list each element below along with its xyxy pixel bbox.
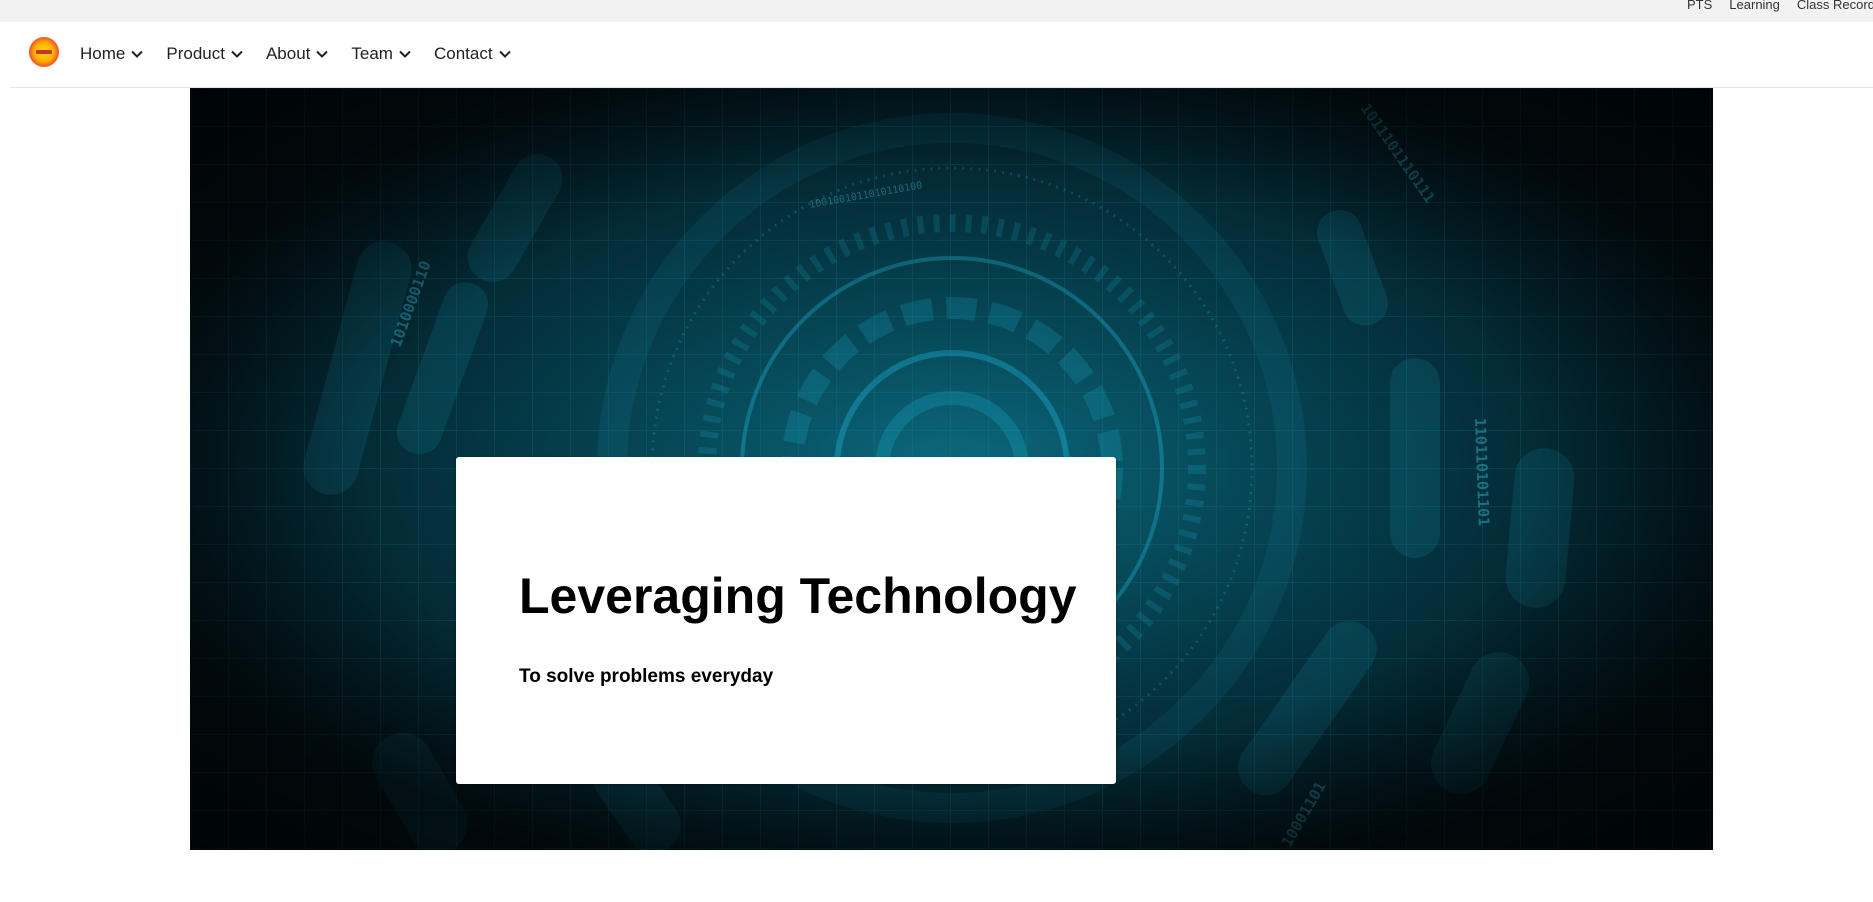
chevron-down-icon bbox=[498, 50, 511, 58]
nav-item-label: Team bbox=[351, 44, 393, 63]
hero-subtitle: To solve problems everyday bbox=[519, 666, 774, 687]
chevron-down-icon bbox=[399, 50, 411, 58]
nav-item-label: Contact bbox=[433, 44, 493, 63]
utility-link-learning[interactable]: Learning bbox=[1729, 0, 1780, 12]
nav-item-product[interactable]: Product bbox=[166, 42, 244, 66]
main-navbar: Home Product About Team Contact bbox=[10, 22, 1873, 88]
nav-item-label: Home bbox=[80, 44, 126, 63]
nav-item-contact[interactable]: Contact bbox=[434, 42, 512, 66]
nav-item-about[interactable]: About bbox=[266, 42, 329, 66]
logo[interactable] bbox=[29, 37, 59, 67]
hero-banner: 1010000110 1011101110111 110110101101 10… bbox=[190, 88, 1713, 850]
chevron-down-icon bbox=[316, 50, 329, 58]
logo-mark bbox=[36, 50, 52, 54]
chevron-down-icon bbox=[131, 50, 144, 58]
hero-card: Leveraging Technology To solve problems … bbox=[456, 457, 1116, 784]
nav-item-team[interactable]: Team bbox=[351, 42, 412, 66]
chevron-down-icon bbox=[231, 50, 243, 58]
utility-link-pts[interactable]: PTS bbox=[1687, 0, 1712, 12]
utility-links: PTS Learning Class Record bbox=[1687, 0, 1873, 12]
nav-item-home[interactable]: Home bbox=[80, 42, 144, 66]
nav-menu: Home Product About Team Contact bbox=[80, 42, 534, 66]
nav-item-label: Product bbox=[166, 44, 225, 63]
utility-link-class-record[interactable]: Class Record bbox=[1797, 0, 1873, 12]
nav-item-label: About bbox=[265, 44, 311, 63]
utility-bar: PTS Learning Class Record bbox=[0, 0, 1873, 22]
hero-title: Leveraging Technology bbox=[519, 568, 1077, 624]
